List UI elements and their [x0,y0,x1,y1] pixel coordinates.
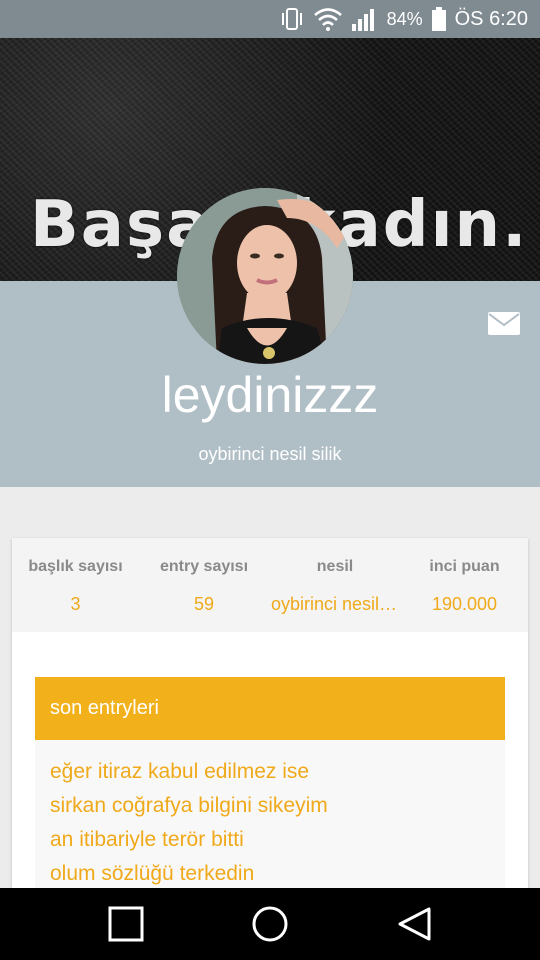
entry-link[interactable]: eğer itiraz kabul edilmez ise [50,755,505,789]
navigation-bar [0,888,540,960]
profile-card: başlık sayısı 3 entry sayısı 59 nesil oy… [12,538,528,900]
clock: ÖS 6:20 [454,7,528,30]
home-icon [252,906,288,942]
signal-icon [351,6,379,32]
battery-icon [431,6,447,32]
avatar[interactable] [177,188,353,364]
user-generation: oybirinci nesil silik [198,444,342,464]
stat-value: 3 [70,594,81,614]
stats-row: başlık sayısı 3 entry sayısı 59 nesil oy… [12,538,528,632]
entry-link[interactable]: an itibariyle terör bitti [50,823,505,857]
stat-label: nesil [316,558,354,575]
recents-button[interactable] [81,888,171,960]
stat-score: inci puan 190.000 [401,538,528,632]
recents-icon [108,906,144,942]
vibrate-icon [279,6,305,32]
entry-link[interactable]: sirkan coğrafya bilgini sikeyim [50,789,505,823]
battery-percent: 84% [386,8,423,29]
recent-entries-list: eğer itiraz kabul edilmez ise sirkan coğ… [35,740,505,900]
wifi-icon [313,6,343,32]
stat-label: inci puan [429,558,500,575]
mail-icon [488,312,520,335]
recent-entries-header: son entryleri [35,677,505,740]
stat-value: 190.000 [431,594,498,614]
status-bar: 84% ÖS 6:20 [0,0,540,38]
stat-entry-count: entry sayısı 59 [139,538,269,632]
stat-generation: nesil oybirinci nesil silik [269,538,401,632]
stat-label: entry sayısı [159,558,249,575]
stat-value: 59 [193,594,215,614]
stat-topic-count: başlık sayısı 3 [12,538,139,632]
back-button[interactable] [369,888,459,960]
stat-value: oybirinci nesil silik [271,594,401,614]
message-button[interactable] [487,310,521,338]
back-icon [398,907,431,941]
entry-link[interactable]: olum sözlüğü terkedin [50,857,505,891]
stat-label: başlık sayısı [28,558,123,575]
home-button[interactable] [225,888,315,960]
username: leydinizzz [161,367,379,423]
